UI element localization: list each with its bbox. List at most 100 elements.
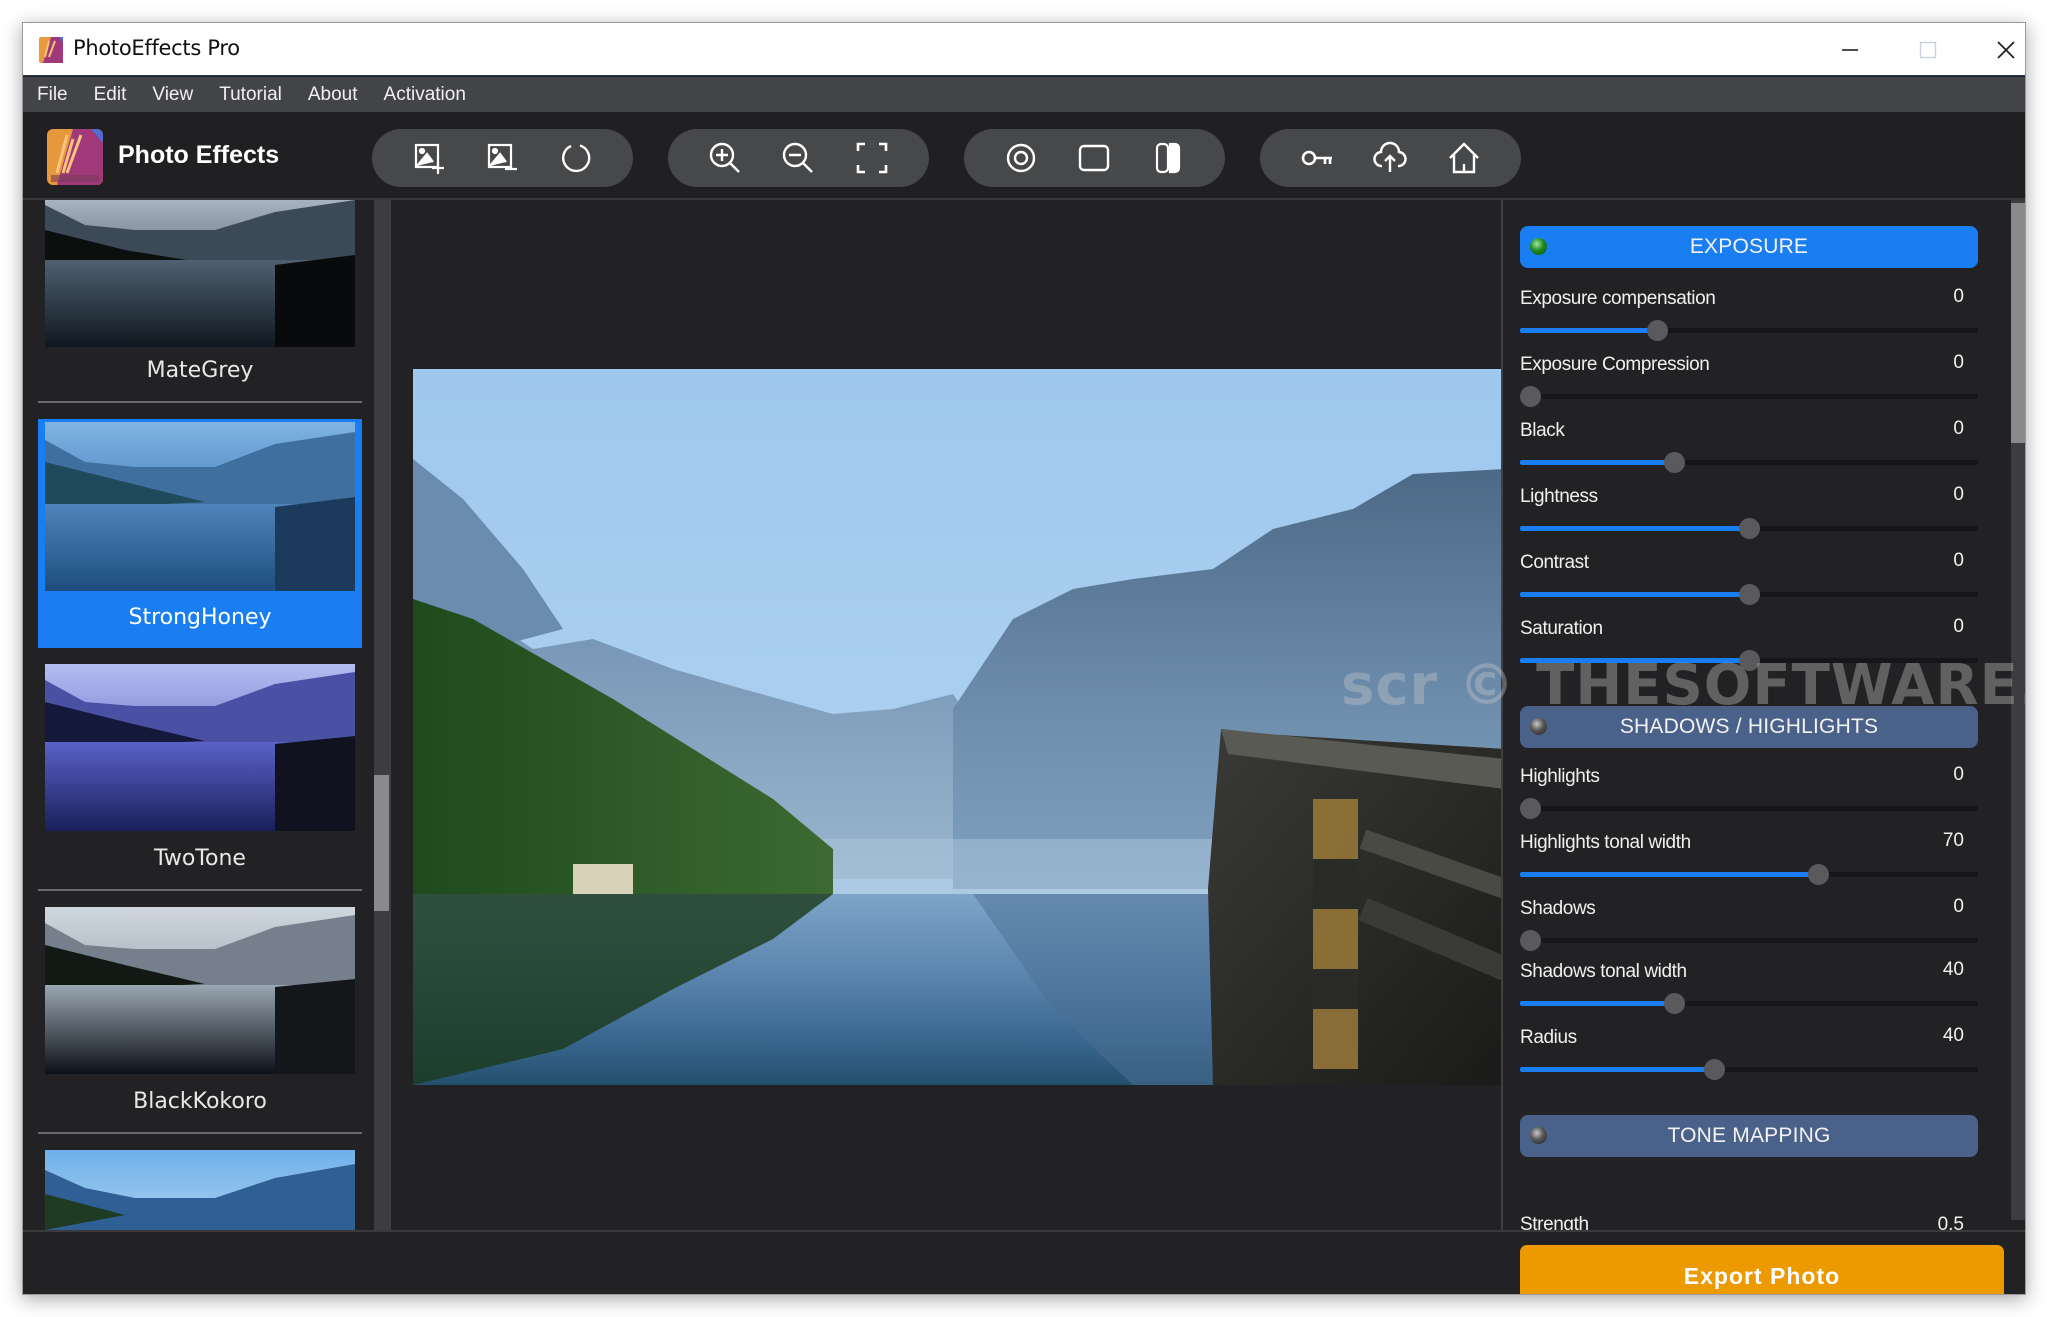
section-tone-mapping-header[interactable]: TONE MAPPING xyxy=(1520,1115,1978,1157)
slider-lightness[interactable]: Lightness 0 xyxy=(1520,484,1978,552)
title-bar: PhotoEffects Pro xyxy=(23,23,2025,76)
preset-list-scrollbar-thumb[interactable] xyxy=(374,775,389,911)
slider-track[interactable] xyxy=(1520,386,1978,407)
slider-fill xyxy=(1520,328,1658,333)
slider-handle[interactable] xyxy=(1738,584,1760,605)
footer-bar: Export Photo xyxy=(23,1230,2025,1294)
slider-shadows-tonal-width[interactable]: Shadows tonal width 40 xyxy=(1520,959,1978,1027)
single-view-button[interactable] xyxy=(1068,132,1120,184)
slider-highlights-tonal-width[interactable]: Highlights tonal width 70 xyxy=(1520,830,1978,898)
slider-fill xyxy=(1520,460,1675,465)
slider-saturation[interactable]: Saturation 0 xyxy=(1520,616,1978,684)
slider-track[interactable] xyxy=(1520,1059,1978,1080)
photo-preview[interactable] xyxy=(413,369,1505,1085)
slider-value: 0 xyxy=(1953,550,1964,571)
add-image-button[interactable] xyxy=(403,132,455,184)
fit-screen-button[interactable] xyxy=(846,132,898,184)
preset-label: MateGrey xyxy=(146,358,254,383)
slider-value: 0 xyxy=(1953,352,1964,373)
slider-fill xyxy=(1520,658,1749,663)
remove-image-button[interactable] xyxy=(476,132,528,184)
slider-handle[interactable] xyxy=(1738,650,1760,671)
slider-handle[interactable] xyxy=(1520,386,1541,407)
slider-shadows[interactable]: Shadows 0 xyxy=(1520,896,1978,964)
slider-track[interactable] xyxy=(1520,993,1978,1014)
slider-track[interactable] xyxy=(1520,650,1978,671)
preset-item[interactable]: BlackKokoro xyxy=(38,903,362,1134)
section-exposure-header[interactable]: EXPOSURE xyxy=(1520,226,1978,268)
preset-item[interactable]: TwoTone xyxy=(38,660,362,891)
preset-item-selected[interactable]: StrongHoney xyxy=(38,419,362,648)
preset-item[interactable]: MateGrey xyxy=(38,200,362,403)
section-enabled-indicator-icon[interactable] xyxy=(1530,238,1547,255)
image-canvas[interactable] xyxy=(391,200,1525,1230)
slider-handle[interactable] xyxy=(1703,1059,1725,1080)
minimize-button[interactable] xyxy=(1811,23,1889,76)
slider-handle[interactable] xyxy=(1808,864,1830,885)
slider-track[interactable] xyxy=(1520,518,1978,539)
slider-label: Lightness xyxy=(1520,486,1598,507)
slider-radius[interactable]: Radius 40 xyxy=(1520,1025,1978,1093)
slider-value: 0 xyxy=(1953,418,1964,439)
slider-exposure-compression[interactable]: Exposure Compression 0 xyxy=(1520,352,1978,420)
preset-list-scrollbar[interactable] xyxy=(374,200,389,1230)
menu-tutorial[interactable]: Tutorial xyxy=(219,84,282,106)
slider-track[interactable] xyxy=(1520,320,1978,341)
slider-contrast[interactable]: Contrast 0 xyxy=(1520,550,1978,618)
slider-track[interactable] xyxy=(1520,864,1978,885)
slider-handle[interactable] xyxy=(1520,930,1541,951)
section-enabled-indicator-icon[interactable] xyxy=(1530,1127,1547,1144)
slider-label: Highlights xyxy=(1520,766,1600,787)
menu-activation[interactable]: Activation xyxy=(384,84,466,106)
zoom-in-button[interactable] xyxy=(699,132,751,184)
adjustments-panel: EXPOSURE Exposure compensation 0 Exposur… xyxy=(1503,200,2013,1230)
slider-track[interactable] xyxy=(1520,930,1978,951)
export-photo-button[interactable]: Export Photo xyxy=(1520,1245,2004,1294)
slider-label: Strength xyxy=(1520,1214,1589,1230)
menu-view[interactable]: View xyxy=(152,84,193,106)
split-view-button[interactable] xyxy=(1142,132,1194,184)
toolbar-group-zoom xyxy=(668,129,929,187)
preset-item[interactable] xyxy=(38,1146,362,1230)
slider-label: Exposure Compression xyxy=(1520,354,1710,375)
slider-strength[interactable]: Strength 0.5 xyxy=(1520,1214,1978,1230)
slider-value: 0 xyxy=(1953,616,1964,637)
activation-button[interactable] xyxy=(1291,132,1343,184)
reset-button[interactable] xyxy=(550,132,602,184)
toolbar: Photo Effects xyxy=(23,112,2025,200)
slider-handle[interactable] xyxy=(1664,452,1686,473)
slider-exposure-compensation[interactable]: Exposure compensation 0 xyxy=(1520,286,1978,354)
menu-edit[interactable]: Edit xyxy=(94,84,127,106)
upload-button[interactable] xyxy=(1364,132,1416,184)
slider-handle[interactable] xyxy=(1520,798,1541,819)
menu-about[interactable]: About xyxy=(308,84,358,106)
slider-track[interactable] xyxy=(1520,798,1978,819)
section-enabled-indicator-icon[interactable] xyxy=(1530,718,1547,735)
slider-value: 0 xyxy=(1953,286,1964,307)
slider-value: 0 xyxy=(1953,764,1964,785)
section-shadows-highlights-header[interactable]: SHADOWS / HIGHLIGHTS xyxy=(1520,706,1978,748)
close-button[interactable] xyxy=(1967,23,2025,76)
home-button[interactable] xyxy=(1438,132,1490,184)
split-view-icon xyxy=(1156,142,1181,174)
preset-list[interactable]: MateGrey StrongHoney TwoTone BlackKokoro xyxy=(23,200,389,1230)
slider-highlights[interactable]: Highlights 0 xyxy=(1520,764,1978,832)
zoom-out-icon xyxy=(783,142,814,173)
slider-track[interactable] xyxy=(1520,452,1978,473)
maximize-button[interactable] xyxy=(1889,23,1967,76)
menu-file[interactable]: File xyxy=(37,84,68,106)
zoom-in-icon xyxy=(709,142,740,173)
slider-handle[interactable] xyxy=(1664,993,1686,1014)
slider-handle[interactable] xyxy=(1646,320,1668,341)
preview-button[interactable] xyxy=(995,132,1047,184)
brand-name: Photo Effects xyxy=(118,141,280,169)
slider-black[interactable]: Black 0 xyxy=(1520,418,1978,486)
adjustments-scrollbar-thumb[interactable] xyxy=(2011,203,2025,443)
close-icon xyxy=(1997,40,2015,59)
preset-separator xyxy=(38,889,362,891)
zoom-out-button[interactable] xyxy=(772,132,824,184)
slider-track[interactable] xyxy=(1520,584,1978,605)
slider-value: 70 xyxy=(1942,830,1964,851)
slider-handle[interactable] xyxy=(1738,518,1760,539)
adjustments-scrollbar[interactable] xyxy=(2011,200,2025,1220)
